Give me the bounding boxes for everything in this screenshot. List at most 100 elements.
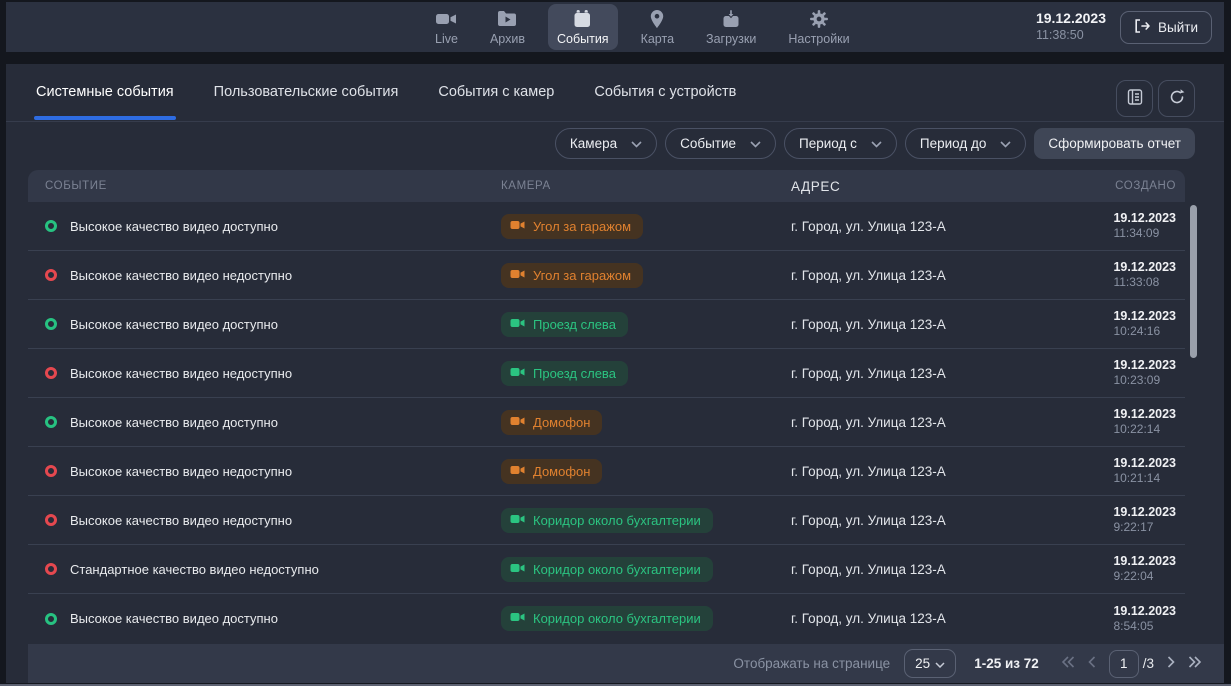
first-page-button[interactable] — [1061, 656, 1075, 671]
chevron-down-icon — [871, 136, 882, 151]
camera-name: Домофон — [533, 415, 590, 430]
table-row[interactable]: Высокое качество видео недоступно Коридо… — [28, 496, 1185, 545]
total-pages-label: /3 — [1143, 656, 1154, 671]
status-dot — [45, 563, 57, 575]
address-cell: г. Город, ул. Улица 123-А — [763, 562, 1032, 577]
event-name: Высокое качество видео доступно — [70, 415, 278, 430]
created-time: 10:23:09 — [1113, 373, 1176, 389]
vertical-scrollbar[interactable] — [1190, 205, 1197, 358]
top-navbar: Live Архив События Карта Загрузки — [6, 2, 1224, 52]
tab-device-events[interactable]: События с устройств — [592, 77, 738, 120]
table-row[interactable]: Высокое качество видео доступно Угол за … — [28, 202, 1185, 251]
camera-badge[interactable]: Угол за гаражом — [501, 214, 643, 239]
created-date: 19.12.2023 — [1113, 504, 1176, 520]
nav-item-events[interactable]: События — [548, 4, 618, 50]
created-date: 19.12.2023 — [1113, 455, 1176, 471]
nav-item-label: Карта — [641, 32, 674, 46]
next-page-button[interactable] — [1167, 656, 1175, 671]
generate-report-button[interactable]: Сформировать отчет — [1034, 128, 1195, 159]
table-row[interactable]: Высокое качество видео доступно Домофон … — [28, 398, 1185, 447]
table-row[interactable]: Высокое качество видео доступно Коридор … — [28, 594, 1185, 643]
nav-item-map[interactable]: Карта — [632, 4, 683, 50]
address-cell: г. Город, ул. Улица 123-А — [763, 464, 1032, 479]
event-filter-select[interactable]: Событие — [665, 128, 776, 159]
events-page: Системные события Пользовательские событ… — [6, 64, 1224, 683]
event-name: Высокое качество видео недоступно — [70, 268, 292, 283]
event-name: Стандартное качество видео недоступно — [70, 562, 319, 577]
table-row[interactable]: Высокое качество видео недоступно Угол з… — [28, 251, 1185, 300]
current-page-input[interactable]: 1 — [1109, 650, 1139, 678]
tab-user-events[interactable]: Пользовательские события — [212, 77, 401, 120]
nav-item-label: Загрузки — [706, 32, 756, 46]
camera-badge[interactable]: Коридор около бухгалтерии — [501, 508, 713, 533]
created-date: 19.12.2023 — [1113, 603, 1176, 619]
created-cell: 19.12.2023 10:24:16 — [1113, 308, 1176, 340]
created-date: 19.12.2023 — [1113, 553, 1176, 569]
camera-badge[interactable]: Домофон — [501, 410, 602, 435]
refresh-button[interactable] — [1158, 80, 1195, 117]
per-page-value: 25 — [915, 656, 930, 671]
events-table: СОБЫТИЕ КАМЕРА АДРЕС СОЗДАНО Высокое кач… — [28, 170, 1185, 643]
period-to-select[interactable]: Период до — [905, 128, 1027, 159]
double-chevron-right-icon — [1188, 656, 1202, 671]
video-camera-icon — [510, 317, 525, 332]
address-cell: г. Город, ул. Улица 123-А — [763, 415, 1032, 430]
table-row[interactable]: Высокое качество видео недоступно Домофо… — [28, 447, 1185, 496]
nav-item-settings[interactable]: Настройки — [779, 4, 858, 50]
created-time: 10:21:14 — [1113, 471, 1176, 487]
nav-item-archive[interactable]: Архив — [481, 4, 534, 50]
main-navigation: Live Архив События Карта Загрузки — [426, 2, 859, 52]
camera-name: Коридор около бухгалтерии — [533, 513, 701, 528]
table-row[interactable]: Стандартное качество видео недоступно Ко… — [28, 545, 1185, 594]
previous-page-button[interactable] — [1088, 656, 1096, 671]
journal-icon — [1126, 88, 1144, 109]
table-row[interactable]: Высокое качество видео недоступно Проезд… — [28, 349, 1185, 398]
video-camera-icon — [510, 219, 525, 234]
refresh-icon — [1168, 88, 1186, 109]
last-page-button[interactable] — [1188, 656, 1202, 671]
nav-item-downloads[interactable]: Загрузки — [697, 4, 765, 50]
created-date: 19.12.2023 — [1113, 406, 1176, 422]
tab-camera-events[interactable]: События с камер — [436, 77, 556, 120]
logout-label: Выйти — [1158, 20, 1198, 35]
status-dot — [45, 269, 57, 281]
table-body: Высокое качество видео доступно Угол за … — [28, 202, 1185, 643]
chevron-right-icon — [1167, 656, 1175, 671]
created-date: 19.12.2023 — [1113, 259, 1176, 275]
event-tabs: Системные события Пользовательские событ… — [34, 77, 738, 120]
logout-icon — [1134, 19, 1150, 36]
table-row[interactable]: Высокое качество видео доступно Проезд с… — [28, 300, 1185, 349]
column-header-camera: КАМЕРА — [473, 180, 763, 192]
video-camera-icon — [510, 611, 525, 626]
downloads-icon — [720, 9, 742, 29]
chevron-down-icon — [750, 136, 761, 151]
camera-filter-label: Камера — [570, 136, 617, 151]
status-dot — [45, 613, 57, 625]
camera-badge[interactable]: Проезд слева — [501, 312, 628, 337]
camera-badge[interactable]: Угол за гаражом — [501, 263, 643, 288]
status-dot — [45, 220, 57, 232]
period-from-select[interactable]: Период с — [784, 128, 897, 159]
created-time: 11:33:08 — [1113, 275, 1176, 291]
event-name: Высокое качество видео доступно — [70, 219, 278, 234]
camera-name: Домофон — [533, 464, 590, 479]
journal-button[interactable] — [1116, 80, 1153, 117]
event-filter-label: Событие — [680, 136, 736, 151]
logout-button[interactable]: Выйти — [1120, 11, 1212, 44]
tab-system-events[interactable]: Системные события — [34, 77, 176, 120]
event-name: Высокое качество видео недоступно — [70, 513, 292, 528]
nav-item-label: Архив — [490, 32, 525, 46]
tabs-divider — [6, 121, 1224, 122]
status-dot — [45, 367, 57, 379]
camera-badge[interactable]: Коридор около бухгалтерии — [501, 557, 713, 582]
chevron-down-icon — [935, 656, 945, 671]
camera-badge[interactable]: Домофон — [501, 459, 602, 484]
camera-filter-select[interactable]: Камера — [555, 128, 657, 159]
double-chevron-left-icon — [1061, 656, 1075, 671]
camera-badge[interactable]: Коридор около бухгалтерии — [501, 606, 713, 631]
created-cell: 19.12.2023 9:22:04 — [1113, 553, 1176, 585]
camera-badge[interactable]: Проезд слева — [501, 361, 628, 386]
nav-item-live[interactable]: Live — [426, 4, 467, 50]
per-page-select[interactable]: 25 — [904, 649, 956, 678]
settings-gear-icon — [808, 9, 830, 29]
